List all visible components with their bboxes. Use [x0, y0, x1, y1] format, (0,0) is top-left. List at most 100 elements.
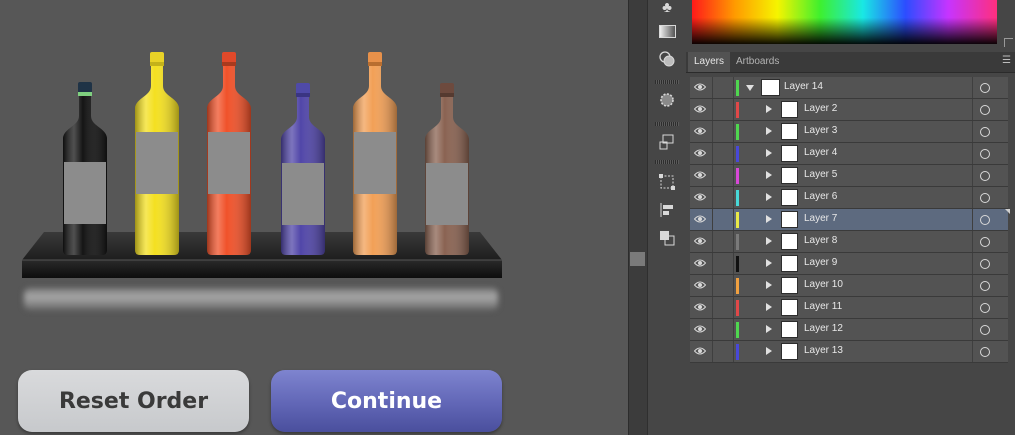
- lock-toggle[interactable]: [712, 187, 713, 208]
- layer-name[interactable]: Layer 4: [804, 147, 837, 158]
- lock-toggle[interactable]: [712, 209, 713, 230]
- scrollbar-thumb[interactable]: [630, 252, 645, 266]
- visibility-eye-icon[interactable]: [694, 258, 706, 268]
- target-circle-icon[interactable]: [980, 281, 990, 291]
- layer-row[interactable]: Layer 10: [690, 275, 1008, 297]
- layer-name[interactable]: Layer 6: [804, 191, 837, 202]
- yellow-bottle[interactable]: [134, 52, 180, 256]
- transparency-icon[interactable]: [656, 48, 678, 70]
- club-icon[interactable]: ♣: [656, 0, 678, 18]
- layer-row[interactable]: Layer 11: [690, 297, 1008, 319]
- visibility-eye-icon[interactable]: [694, 324, 706, 334]
- layer-name[interactable]: Layer 8: [804, 235, 837, 246]
- expand-arrow-right-icon[interactable]: [766, 193, 772, 201]
- target-circle-icon[interactable]: [980, 171, 990, 181]
- target-circle-icon[interactable]: [980, 127, 990, 137]
- visibility-eye-icon[interactable]: [694, 302, 706, 312]
- expand-arrow-right-icon[interactable]: [766, 281, 772, 289]
- layer-row[interactable]: Layer 13: [690, 341, 1008, 363]
- layer-name[interactable]: Layer 14: [784, 81, 823, 92]
- expand-arrow-right-icon[interactable]: [766, 347, 772, 355]
- layer-row[interactable]: Layer 9: [690, 253, 1008, 275]
- target-circle-icon[interactable]: [980, 215, 990, 225]
- layer-row[interactable]: Layer 7: [690, 209, 1010, 231]
- canvas-scrollbar[interactable]: [628, 0, 647, 435]
- target-circle-icon[interactable]: [980, 237, 990, 247]
- color-spectrum[interactable]: [692, 0, 997, 44]
- target-circle-icon[interactable]: [980, 325, 990, 335]
- layer-name[interactable]: Layer 10: [804, 279, 843, 290]
- lock-toggle[interactable]: [712, 77, 713, 98]
- lock-toggle[interactable]: [712, 297, 713, 318]
- expand-arrow-right-icon[interactable]: [766, 171, 772, 179]
- red-bottle[interactable]: [206, 52, 252, 256]
- gradient-icon[interactable]: [656, 20, 678, 42]
- pathfinder-icon[interactable]: [656, 227, 678, 249]
- lock-toggle[interactable]: [712, 99, 713, 120]
- lock-toggle[interactable]: [712, 165, 713, 186]
- layer-row[interactable]: Layer 8: [690, 231, 1008, 253]
- black-bottle[interactable]: [62, 82, 108, 256]
- artboard-canvas[interactable]: Reset Order Continue: [0, 0, 628, 435]
- lock-toggle[interactable]: [712, 275, 713, 296]
- layer-name[interactable]: Layer 13: [804, 345, 843, 356]
- tab-layers[interactable]: Layers: [688, 52, 731, 72]
- expand-arrow-right-icon[interactable]: [766, 325, 772, 333]
- panel-grip[interactable]: [655, 80, 679, 84]
- layer-name[interactable]: Layer 2: [804, 103, 837, 114]
- layer-row[interactable]: Layer 4: [690, 143, 1008, 165]
- asset-export-icon[interactable]: [656, 131, 678, 153]
- visibility-eye-icon[interactable]: [694, 126, 706, 136]
- visibility-eye-icon[interactable]: [694, 236, 706, 246]
- expand-arrow-right-icon[interactable]: [766, 259, 772, 267]
- expand-arrow-right-icon[interactable]: [766, 127, 772, 135]
- layer-row[interactable]: Layer 3: [690, 121, 1008, 143]
- expand-arrow-right-icon[interactable]: [766, 237, 772, 245]
- visibility-eye-icon[interactable]: [694, 192, 706, 202]
- lock-toggle[interactable]: [712, 341, 713, 362]
- target-circle-icon[interactable]: [980, 83, 990, 93]
- visibility-eye-icon[interactable]: [694, 280, 706, 290]
- layer-row[interactable]: Layer 14: [690, 77, 1008, 99]
- panel-menu-icon[interactable]: ☰: [1002, 55, 1011, 66]
- target-circle-icon[interactable]: [980, 259, 990, 269]
- visibility-eye-icon[interactable]: [694, 82, 706, 92]
- appearance-icon[interactable]: [656, 89, 678, 111]
- brown-bottle[interactable]: [424, 83, 470, 256]
- layer-name[interactable]: Layer 12: [804, 323, 843, 334]
- transform-icon[interactable]: [656, 171, 678, 193]
- expand-arrow-right-icon[interactable]: [766, 149, 772, 157]
- lock-toggle[interactable]: [712, 121, 713, 142]
- visibility-eye-icon[interactable]: [694, 148, 706, 158]
- target-circle-icon[interactable]: [980, 303, 990, 313]
- lock-toggle[interactable]: [712, 253, 713, 274]
- lock-toggle[interactable]: [712, 319, 713, 340]
- layer-row[interactable]: Layer 5: [690, 165, 1008, 187]
- layer-row[interactable]: Layer 12: [690, 319, 1008, 341]
- layer-row[interactable]: Layer 6: [690, 187, 1008, 209]
- layer-row[interactable]: Layer 2: [690, 99, 1008, 121]
- target-circle-icon[interactable]: [980, 149, 990, 159]
- target-circle-icon[interactable]: [980, 347, 990, 357]
- expand-arrow-right-icon[interactable]: [766, 215, 772, 223]
- visibility-eye-icon[interactable]: [694, 104, 706, 114]
- reset-order-button[interactable]: Reset Order: [18, 370, 249, 432]
- orange-bottle[interactable]: [352, 52, 398, 256]
- panel-grip[interactable]: [655, 160, 679, 164]
- tab-artboards[interactable]: Artboards: [730, 52, 785, 72]
- layer-name[interactable]: Layer 3: [804, 125, 837, 136]
- lock-toggle[interactable]: [712, 143, 713, 164]
- layer-name[interactable]: Layer 7: [804, 213, 837, 224]
- visibility-eye-icon[interactable]: [694, 170, 706, 180]
- target-circle-icon[interactable]: [980, 105, 990, 115]
- panel-collapse-control[interactable]: [1004, 38, 1013, 47]
- continue-button[interactable]: Continue: [271, 370, 502, 432]
- target-circle-icon[interactable]: [980, 193, 990, 203]
- expand-arrow-right-icon[interactable]: [766, 303, 772, 311]
- layer-name[interactable]: Layer 5: [804, 169, 837, 180]
- purple-bottle[interactable]: [280, 83, 326, 256]
- align-icon[interactable]: [656, 199, 678, 221]
- expand-arrow-right-icon[interactable]: [766, 105, 772, 113]
- visibility-eye-icon[interactable]: [694, 214, 706, 224]
- lock-toggle[interactable]: [712, 231, 713, 252]
